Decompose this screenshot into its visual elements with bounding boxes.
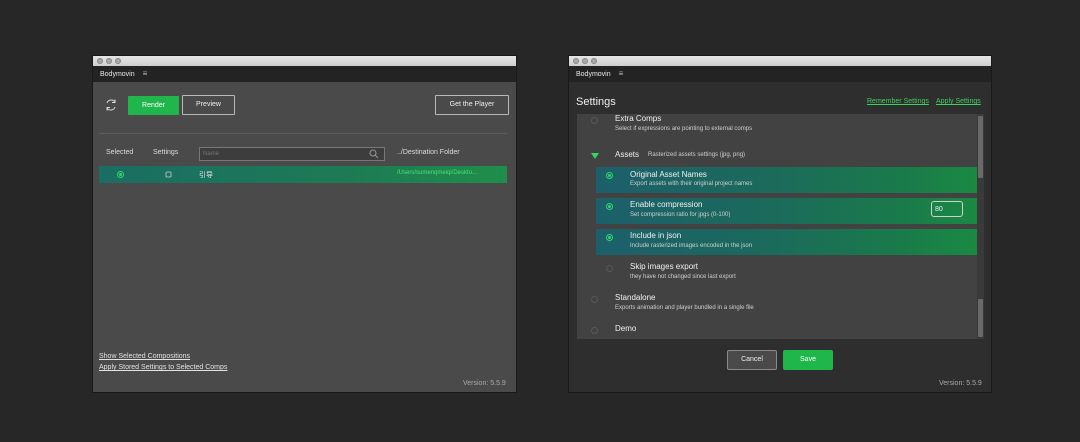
include-in-json-radio[interactable] (606, 234, 613, 241)
table-row[interactable]: 引导 /Users/sumenqmeiqi/Deskto... (99, 166, 507, 183)
standalone-desc: Exports animation and player bundled in … (615, 305, 754, 311)
include-in-json-title: Include in json (630, 231, 682, 240)
assets-expand-icon[interactable] (591, 153, 599, 159)
bodymovin-settings-window: Bodymovin ≡ Settings Remember Settings A… (569, 56, 991, 392)
panel-tab-label: Bodymovin (100, 71, 135, 78)
apply-stored-settings-link[interactable]: Apply Stored Settings to Selected Comps (99, 364, 227, 371)
demo-radio[interactable] (591, 327, 598, 334)
column-header-settings: Settings (153, 149, 179, 156)
extra-comps-radio[interactable] (591, 117, 598, 124)
remember-settings-link[interactable]: Remember Settings (867, 98, 929, 105)
panel-menu-icon[interactable]: ≡ (619, 69, 624, 78)
original-asset-names-desc: Export assets with their original projec… (630, 181, 753, 187)
divider (99, 133, 507, 134)
enable-compression-radio[interactable] (606, 203, 613, 210)
search-icon (369, 149, 379, 159)
skip-images-export-title: Skip images export (630, 262, 699, 271)
row-settings-icon[interactable] (165, 171, 172, 178)
settings-list[interactable]: Extra Comps Select if expressions are po… (577, 114, 984, 339)
get-the-player-button[interactable]: Get the Player (435, 95, 509, 115)
render-button[interactable]: Render (128, 96, 179, 115)
window-titlebar[interactable] (93, 56, 516, 66)
version-label: Version: 5.5.9 (939, 380, 982, 387)
settings-scrollbar[interactable] (977, 114, 984, 339)
scrollbar-thumb-top[interactable] (978, 116, 983, 178)
main-panel: Render Preview Get the Player Selected S… (93, 82, 516, 392)
preview-button[interactable]: Preview (182, 95, 235, 115)
minimize-window-icon[interactable] (106, 58, 112, 64)
assets-title: Assets (615, 150, 640, 159)
window-titlebar[interactable] (569, 56, 991, 66)
version-label: Version: 5.5.9 (463, 380, 506, 387)
panel-menu-icon[interactable]: ≡ (143, 69, 148, 78)
extra-comps-desc: Select if expressions are pointing to ex… (615, 126, 753, 132)
skip-images-export-radio[interactable] (606, 265, 613, 272)
scrollbar-thumb-bottom[interactable] (978, 299, 983, 337)
compression-value-input[interactable]: 80 (931, 201, 963, 217)
close-window-icon[interactable] (573, 58, 579, 64)
skip-images-export-desc: they have not changed since last export (630, 274, 736, 280)
show-selected-compositions-link[interactable]: Show Selected Compositions (99, 353, 190, 360)
panel-tab[interactable]: Bodymovin ≡ (569, 66, 991, 82)
column-header-selected: Selected (106, 149, 134, 156)
zoom-window-icon[interactable] (591, 58, 597, 64)
panel-tab[interactable]: Bodymovin ≡ (93, 66, 516, 82)
standalone-title: Standalone (615, 293, 656, 302)
apply-settings-link[interactable]: Apply Settings (936, 98, 981, 105)
close-window-icon[interactable] (97, 58, 103, 64)
row-comp-name: 引导 (199, 172, 213, 179)
refresh-icon[interactable] (104, 98, 118, 112)
demo-title: Demo (615, 324, 637, 333)
panel-tab-label: Bodymovin (576, 71, 611, 78)
name-search-input[interactable] (199, 147, 385, 161)
minimize-window-icon[interactable] (582, 58, 588, 64)
save-button[interactable]: Save (783, 350, 833, 370)
row-destination-path[interactable]: /Users/sumenqmeiqi/Deskto... (397, 170, 477, 176)
bodymovin-main-window: Bodymovin ≡ Render Preview Get the Playe… (93, 56, 516, 392)
page-title: Settings (576, 96, 616, 108)
standalone-radio[interactable] (591, 296, 598, 303)
settings-panel: Settings Remember Settings Apply Setting… (569, 82, 991, 392)
include-in-json-desc: Include rasterized images encoded in the… (630, 243, 753, 249)
assets-desc: Rasterized assets settings (jpg, png) (648, 152, 746, 158)
extra-comps-title: Extra Comps (615, 114, 662, 123)
original-asset-names-title: Original Asset Names (630, 170, 707, 179)
enable-compression-desc: Set compression ratio for jpgs (0-100) (630, 212, 731, 218)
cancel-button[interactable]: Cancel (727, 350, 777, 370)
original-asset-names-radio[interactable] (606, 172, 613, 179)
column-header-destination[interactable]: ../Destination Folder (397, 149, 460, 156)
zoom-window-icon[interactable] (115, 58, 121, 64)
row-selected-radio[interactable] (117, 171, 124, 178)
enable-compression-title: Enable compression (630, 200, 703, 209)
